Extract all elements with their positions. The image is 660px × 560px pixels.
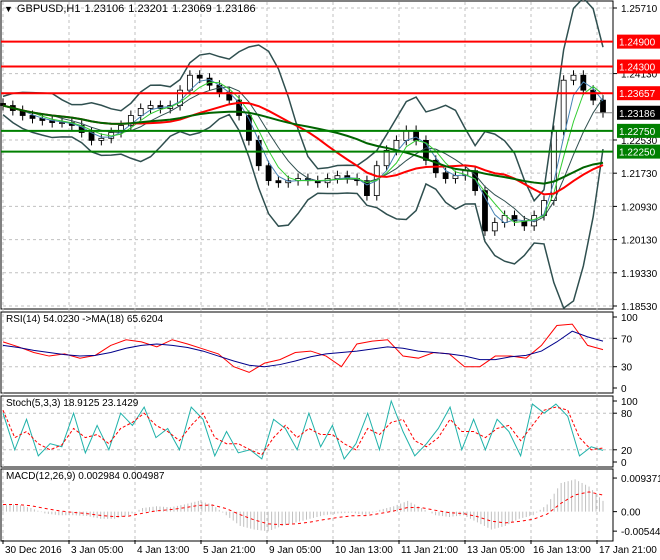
sto-tick-label: 0 <box>621 458 627 469</box>
price-tick-label: 1.20130 <box>621 236 658 247</box>
dropdown-triangle-icon[interactable]: ▼ <box>4 4 13 14</box>
bearish-candle <box>196 74 203 79</box>
low-value: 1.23069 <box>172 3 212 15</box>
bullish-candle <box>383 149 390 167</box>
bearish-candle <box>590 89 597 101</box>
current-price-label: 1.23186 <box>619 109 656 120</box>
price-tick-label: 1.19330 <box>621 269 658 280</box>
level-price-label: 1.24300 <box>619 63 656 74</box>
bearish-candle <box>265 165 272 182</box>
rsi-tick-label: 100 <box>621 313 638 324</box>
x-tick-label: 30 Dec 2016 <box>5 545 62 556</box>
bullish-candle <box>570 74 577 81</box>
x-tick-label: 13 Jan 05:00 <box>467 545 525 556</box>
price-tick-label: 1.21730 <box>621 169 658 180</box>
trading-chart-window: 30 Dec 2016 3 Jan 05:00 4 Jan 13:00 5 Jan 2… <box>0 0 660 560</box>
bearish-candle <box>442 172 449 179</box>
bullish-candle <box>59 122 65 124</box>
level-price-label: 1.22750 <box>619 127 656 138</box>
bullish-candle <box>491 222 498 232</box>
bullish-candle <box>137 108 144 116</box>
x-tick-label: 3 Jan 05:00 <box>71 545 124 556</box>
chart-header: ▼ GBPUSD,H1 1.23106 1.23201 1.23069 1.23… <box>4 3 256 15</box>
high-value: 1.23201 <box>128 3 169 15</box>
price-tick-label: 1.25710 <box>621 4 658 15</box>
bullish-candle <box>147 105 154 109</box>
close-value: 1.23186 <box>215 3 256 15</box>
rsi-ma-line <box>2 330 604 368</box>
bullish-candle <box>334 175 341 179</box>
price-tick-label: 1.20930 <box>621 202 658 213</box>
rsi-tick-label: 30 <box>621 363 633 374</box>
open-value: 1.23106 <box>84 3 125 15</box>
x-tick-label: 10 Jan 13:00 <box>335 545 393 556</box>
sto-tick-label: 100 <box>621 397 638 408</box>
chart-canvas[interactable]: 30 Dec 2016 3 Jan 05:00 4 Jan 13:00 5 Jan 2… <box>0 0 660 560</box>
rsi-line <box>2 323 604 373</box>
x-tick-label: 16 Jan 13:00 <box>533 545 591 556</box>
symbol-label: GBPUSD,H1 <box>16 3 81 15</box>
x-tick-label: 17 Jan 21:00 <box>599 545 657 556</box>
level-price-label: 1.24900 <box>619 38 656 49</box>
macd-tick-label: -0.005445 <box>621 527 660 538</box>
rsi-indicator-title: RSI(14) 54.0230 ->MA(18) 65.6204 <box>6 314 163 325</box>
bearish-candle <box>413 130 420 141</box>
x-tick-label: 11 Jan 21:00 <box>401 545 459 556</box>
sto-tick-label: 80 <box>621 409 633 420</box>
x-tick-label: 4 Jan 13:00 <box>137 545 190 556</box>
bearish-candle <box>600 99 606 113</box>
rsi-tick-label: 70 <box>621 334 633 345</box>
rsi-tick-label: 0 <box>621 384 627 395</box>
bullish-candle <box>186 74 193 91</box>
x-tick-label: 9 Jan 05:00 <box>269 545 322 556</box>
level-price-label: 1.22250 <box>619 148 656 159</box>
bollinger-middle-band <box>2 86 604 223</box>
level-price-label: 1.23657 <box>619 89 656 100</box>
sto-indicator-title: Stoch(5,3,3) 18.9125 23.1429 <box>6 398 139 409</box>
bollinger-upper-band <box>2 0 604 203</box>
bullish-candle <box>98 137 105 141</box>
bullish-candle <box>550 130 557 201</box>
macd-tick-label: 0.00 <box>621 508 641 519</box>
bullish-candle <box>403 130 410 141</box>
sto-tick-label: 20 <box>621 446 633 457</box>
bearish-candle <box>29 115 36 119</box>
bearish-candle <box>275 180 282 184</box>
macd-tick-label: 0.009371 <box>621 474 660 485</box>
bullish-candle <box>560 79 567 131</box>
price-tick-label: 1.18530 <box>621 302 658 313</box>
x-tick-label: 5 Jan 21:00 <box>203 545 256 556</box>
macd-indicator-title: MACD(12,26,9) 0.002984 0.004987 <box>6 471 165 482</box>
